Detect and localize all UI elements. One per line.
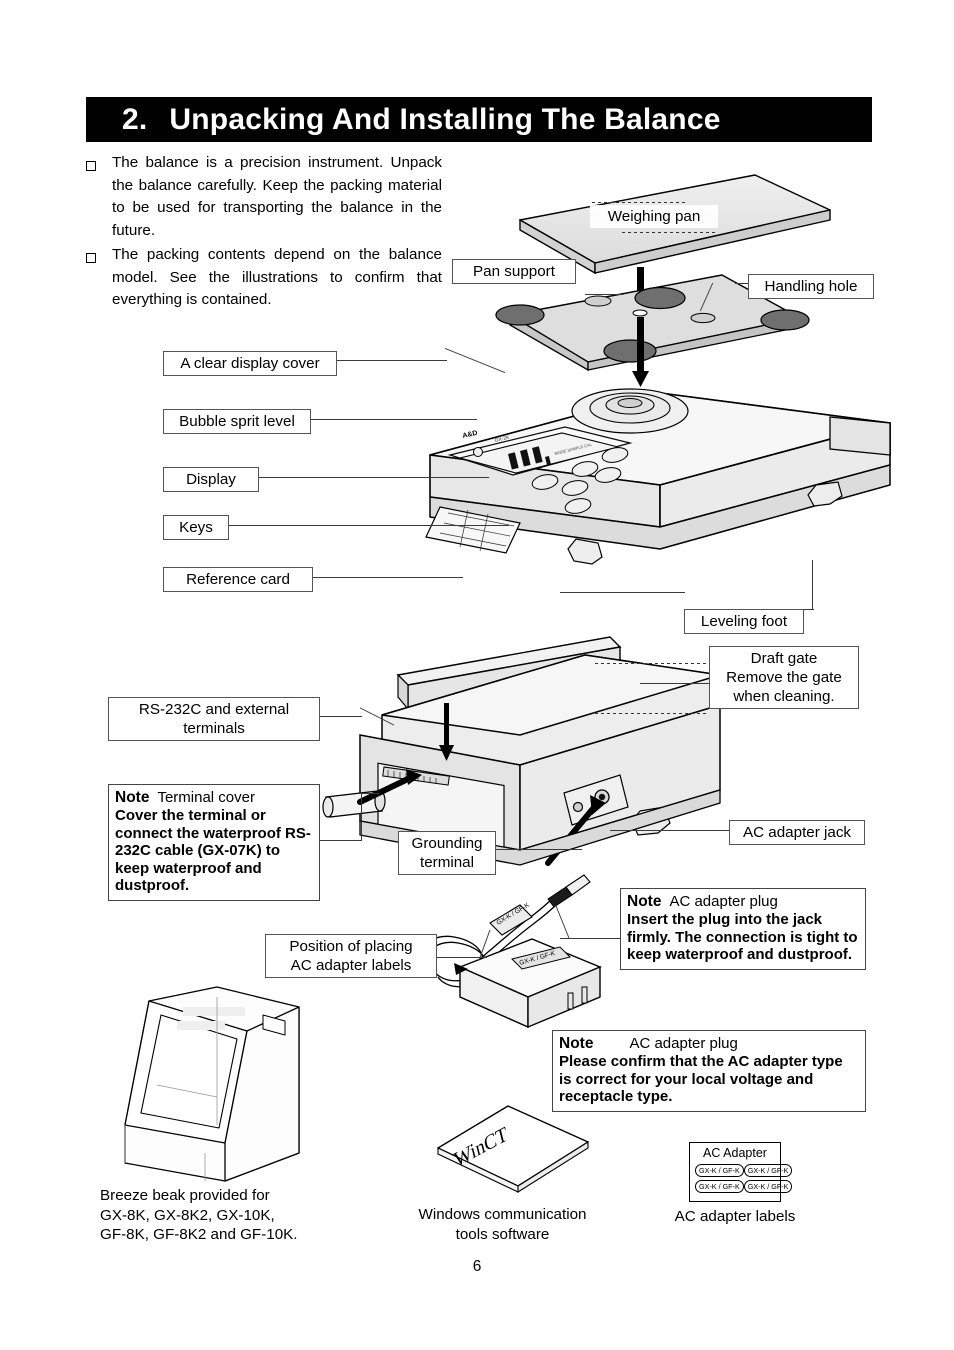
label-reference-card: Reference card xyxy=(163,567,313,592)
leader-line xyxy=(320,840,362,842)
ac-sheet-title: AC Adapter xyxy=(703,1146,767,1160)
chapter-number: 2. xyxy=(122,102,148,136)
note-title: Note xyxy=(559,1035,594,1052)
label-pan-support: Pan support xyxy=(452,259,576,284)
dc-plug-shape xyxy=(547,874,591,908)
leader-line xyxy=(496,849,582,851)
leader-line xyxy=(320,716,362,718)
leader-line xyxy=(610,830,730,832)
label-weighing-pan: Weighing pan xyxy=(590,205,718,228)
ac-sheet-row: GX-K / GF-K GX-K / GF-K xyxy=(695,1164,793,1177)
highlight xyxy=(183,1007,245,1016)
svg-text:A&D: A&D xyxy=(462,430,478,440)
adapter-brick-shape: GX-K / GF-K xyxy=(454,938,602,1029)
note-terminal-cover: Note Terminal cover Cover the terminal or… xyxy=(108,784,320,901)
leader-line xyxy=(640,683,710,685)
label-display-cover: A clear display cover xyxy=(163,351,337,376)
leader-line xyxy=(313,577,463,579)
leader-line xyxy=(812,560,814,610)
note-title: Note xyxy=(115,789,150,806)
square-bullet-icon xyxy=(86,253,96,263)
leader-line xyxy=(311,419,477,421)
leader-line xyxy=(592,202,686,203)
note-body: Cover the terminal or connect the waterp… xyxy=(115,807,311,895)
leader-line xyxy=(361,793,379,795)
ac-label-chip: GX-K / GF-K xyxy=(743,1180,793,1193)
manual-page: 2. Unpacking And Installing The Balance … xyxy=(0,0,954,1350)
note-body: Please confirm that the AC adapter type … xyxy=(559,1053,843,1106)
leader-line xyxy=(259,477,489,479)
label-grounding-terminal: Grounding terminal xyxy=(398,831,496,875)
label-ac-adapter-jack: AC adapter jack xyxy=(729,820,865,845)
note-body: Insert the plug into the jack firmly. Th… xyxy=(627,911,858,964)
leader-line xyxy=(804,609,814,611)
square-bullet-icon xyxy=(86,161,96,171)
note-subtitle: Terminal cover xyxy=(157,789,255,806)
center-post xyxy=(637,317,644,377)
winct-software-illustration: WinCT xyxy=(430,1098,600,1198)
label-rs232c-terminals: RS-232C and external terminals xyxy=(108,697,320,741)
leader-line xyxy=(595,713,707,714)
chapter-header: 2. Unpacking And Installing The Balance xyxy=(86,97,872,142)
note-header: Note AC adapter plug xyxy=(559,1035,859,1053)
chapter-title: Unpacking And Installing The Balance xyxy=(169,102,721,136)
label-keys: Keys xyxy=(163,515,229,540)
leader-line xyxy=(229,525,509,527)
breeze-break-shape xyxy=(124,986,300,1182)
leader-line xyxy=(622,232,716,233)
leader-line xyxy=(337,360,447,362)
label-draft-gate: Draft gate Remove the gate when cleaning… xyxy=(709,646,859,709)
label-bubble-level: Bubble sprit level xyxy=(163,409,311,434)
ac-label-chip: GX-K / GF-K xyxy=(695,1180,744,1193)
caption-breeze-break: Breeze beak provided for GX-8K, GX-8K2, … xyxy=(100,1187,298,1243)
label-position-ac-labels: Position of placing AC adapter labels xyxy=(265,934,437,978)
leader-line xyxy=(560,592,685,594)
page-number: 6 xyxy=(472,1258,482,1275)
ac-adapter-illustration: GX-K / GF-K GX-K / GF-K xyxy=(420,855,635,1030)
note-header: Note AC adapter plug xyxy=(627,893,859,911)
ac-label-chip: GX-K / GF-K xyxy=(695,1164,744,1177)
note-subtitle: AC adapter plug xyxy=(629,1035,738,1052)
note-ac-adapter-type: Note AC adapter plug Please confirm that … xyxy=(552,1030,866,1112)
leader-line xyxy=(361,793,363,841)
label-handling-hole: Handling hole xyxy=(748,274,874,299)
label-leveling-foot: Leveling foot xyxy=(684,609,804,634)
ac-label-chip: GX-K / GF-K xyxy=(743,1164,793,1177)
note-subtitle: AC adapter plug xyxy=(669,893,778,910)
ac-sheet-row: GX-K / GF-K GX-K / GF-K xyxy=(695,1180,793,1193)
note-header: Note Terminal cover xyxy=(115,789,313,807)
note-ac-adapter-plug-insert: Note AC adapter plug Insert the plug into… xyxy=(620,888,866,970)
caption-ac-adapter-labels: AC adapter labels xyxy=(674,1208,796,1225)
balance-body-shape: A&D GX-2K MODE SAMPLE CAL xyxy=(425,388,891,565)
highlight xyxy=(177,1021,225,1030)
breeze-break-illustration xyxy=(85,985,330,1190)
bubble-level-shape xyxy=(473,447,483,457)
note-title: Note xyxy=(627,893,662,910)
balance-rear-illustration xyxy=(320,625,740,885)
leader-line xyxy=(595,663,707,664)
caption-winct: Windows communication tools software xyxy=(418,1206,587,1243)
ac-adapter-label-sheet: AC Adapter GX-K / GF-K GX-K / GF-K GX-K … xyxy=(689,1142,793,1202)
label-display: Display xyxy=(163,467,259,492)
